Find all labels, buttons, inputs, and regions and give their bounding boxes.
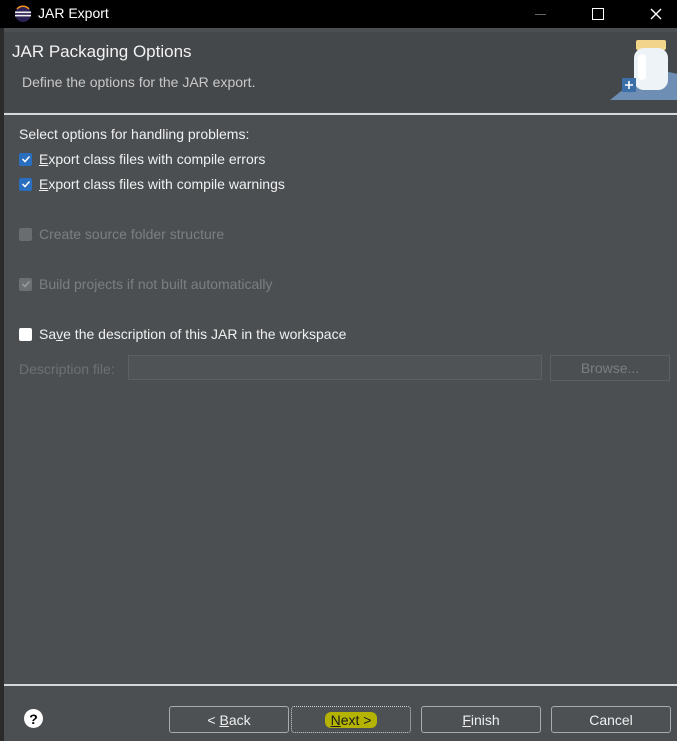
title-bar[interactable]: JAR Export (0, 0, 677, 28)
create-source-folder-option[interactable]: Create source folder structure (19, 226, 224, 242)
export-warnings-label: Export class files with compile warnings (39, 176, 285, 192)
options-panel: Select options for handling problems: Ex… (4, 115, 677, 683)
save-description-label: Save the description of this JAR in the … (39, 326, 347, 342)
export-warnings-option[interactable]: Export class files with compile warnings (19, 176, 285, 192)
close-button[interactable] (633, 0, 677, 28)
finish-button[interactable]: Finish (421, 706, 541, 733)
build-projects-option[interactable]: Build projects if not built automaticall… (19, 276, 272, 292)
create-source-folder-checkbox[interactable] (19, 227, 32, 241)
export-warnings-checkbox[interactable] (19, 177, 32, 191)
export-errors-label: Export class files with compile errors (39, 151, 266, 167)
page-title: JAR Packaging Options (12, 42, 192, 61)
eclipse-app-icon (15, 5, 31, 22)
options-section-label: Select options for handling problems: (19, 126, 250, 142)
build-projects-checkbox[interactable] (19, 277, 32, 291)
checkmark-icon (21, 180, 30, 188)
description-file-input[interactable] (128, 355, 542, 380)
footer-separator (4, 684, 677, 686)
wizard-header: JAR Packaging Options Define the options… (4, 32, 677, 112)
minimize-button[interactable] (517, 0, 563, 28)
back-button-label: < Back (207, 711, 251, 728)
maximize-icon (592, 8, 604, 20)
description-file-label: Description file: (19, 361, 115, 377)
page-description: Define the options for the JAR export. (22, 74, 256, 90)
maximize-button[interactable] (575, 0, 621, 28)
jar-export-icon (610, 40, 677, 100)
build-projects-label: Build projects if not built automaticall… (39, 276, 273, 292)
export-errors-option[interactable]: Export class files with compile errors (19, 151, 265, 167)
cancel-button[interactable]: Cancel (551, 706, 671, 733)
help-icon[interactable]: ? (24, 709, 43, 728)
checkmark-icon (21, 155, 30, 163)
checkmark-icon (21, 280, 30, 288)
export-errors-checkbox[interactable] (19, 152, 32, 166)
close-icon (650, 8, 662, 20)
save-description-checkbox[interactable] (19, 327, 32, 341)
save-description-option[interactable]: Save the description of this JAR in the … (19, 326, 346, 342)
next-button-label: Next > (324, 711, 378, 728)
next-button[interactable]: Next > (291, 706, 411, 733)
minimize-icon (534, 13, 546, 15)
finish-button-label: Finish (462, 711, 500, 728)
browse-button[interactable]: Browse... (550, 355, 670, 381)
window-title: JAR Export (38, 5, 109, 21)
back-button[interactable]: < Back (169, 706, 289, 733)
create-source-folder-label: Create source folder structure (39, 226, 225, 242)
